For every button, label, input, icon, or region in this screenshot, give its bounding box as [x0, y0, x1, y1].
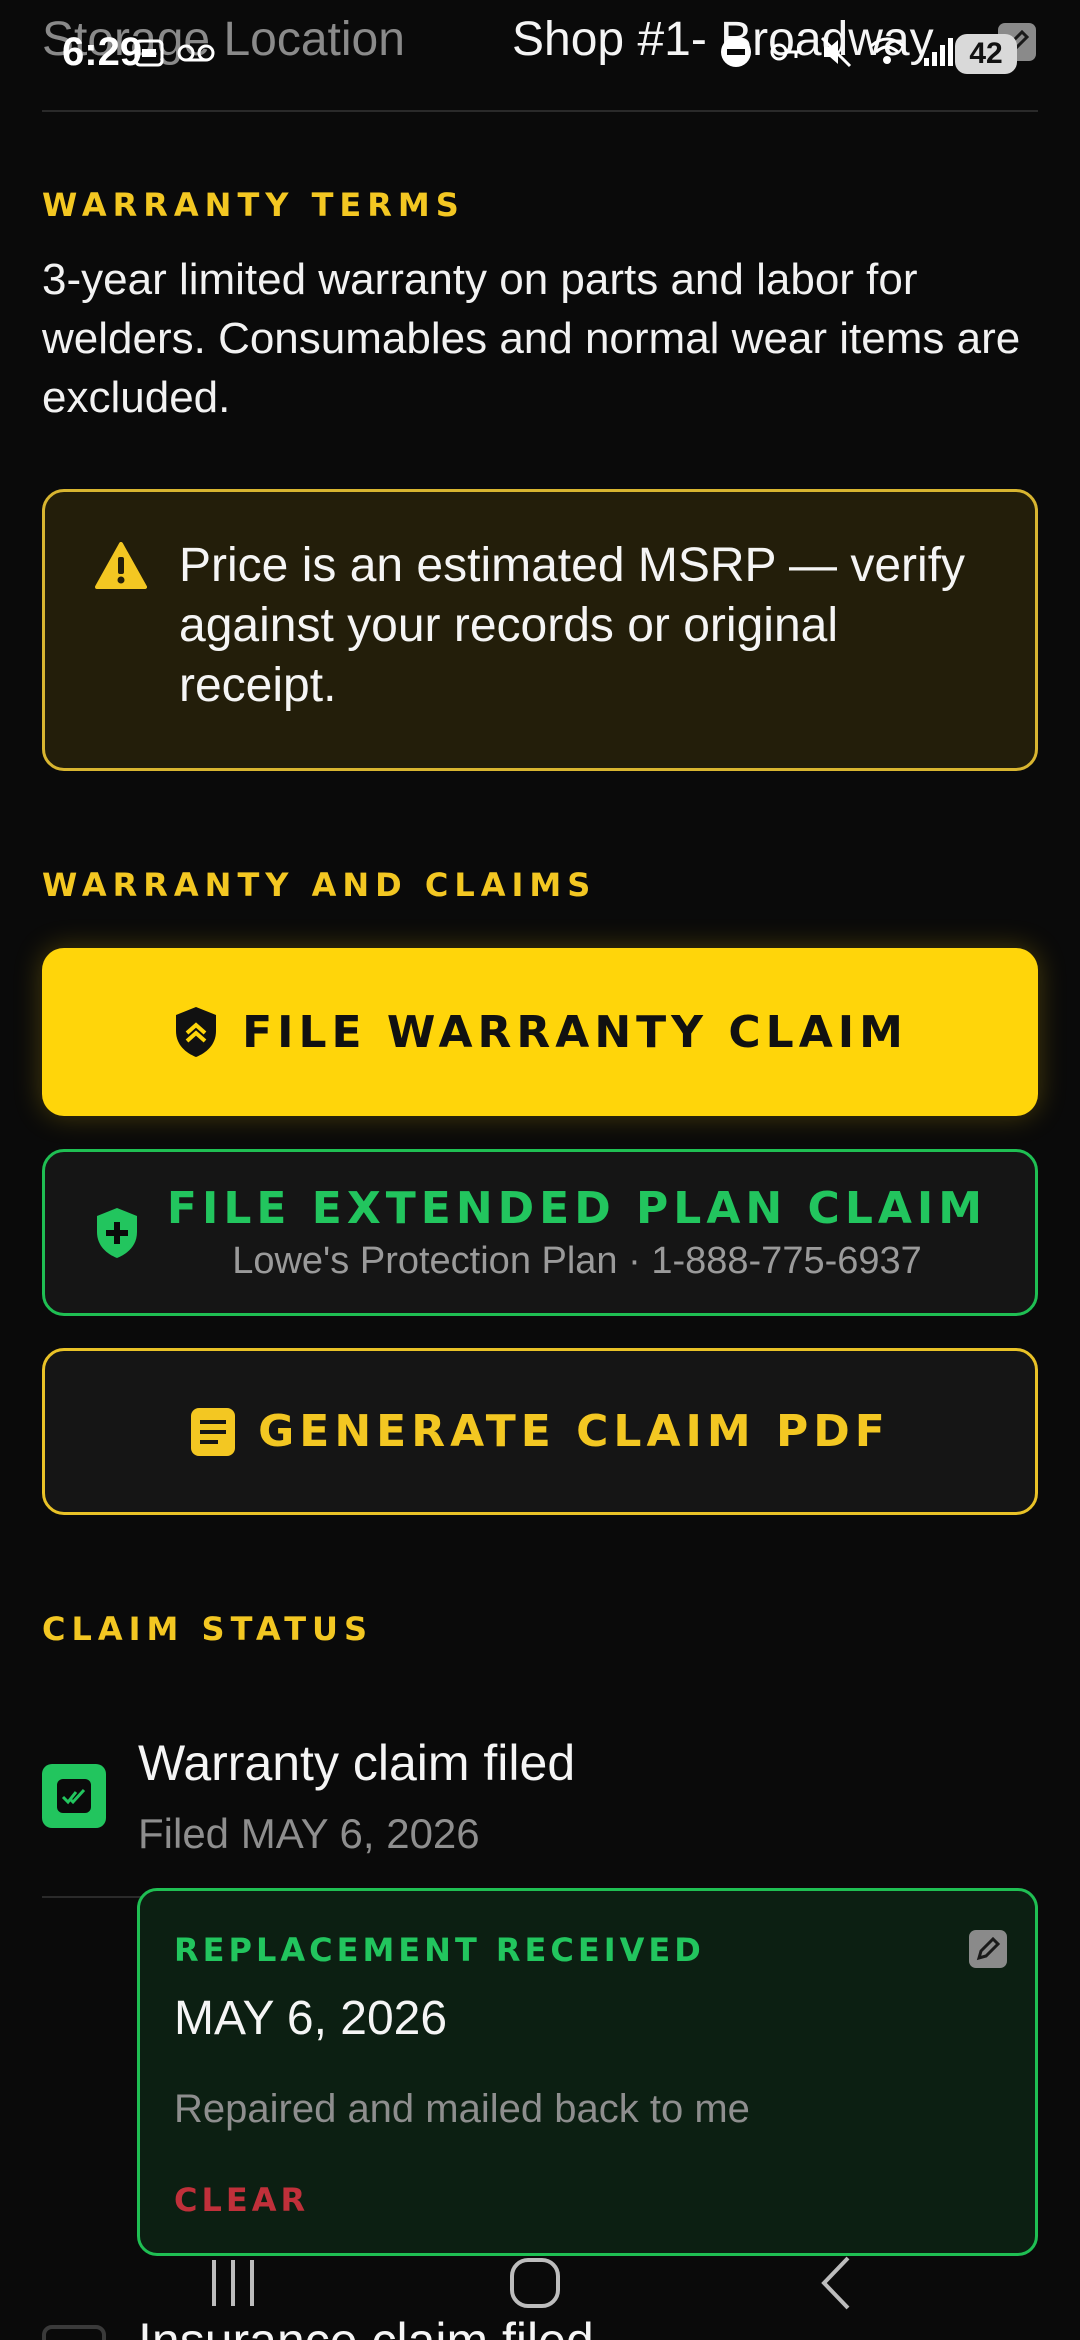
warranty-claims-heading: WARRANTY AND CLAIMS [42, 866, 597, 904]
file-extended-plan-claim-button[interactable]: FILE EXTENDED PLAN CLAIM Lowe's Protecti… [42, 1149, 1038, 1316]
warranty-terms-text: 3-year limited warranty on parts and lab… [42, 255, 1021, 422]
edit-replacement-icon[interactable] [966, 1927, 1010, 1971]
battery-indicator: 42 [955, 34, 1017, 74]
replacement-received-card: REPLACEMENT RECEIVED MAY 6, 2026 Repaire… [137, 1888, 1038, 2256]
warranty-claim-filed-date: Filed MAY 6, 2026 [138, 1810, 480, 1857]
notification-icon [134, 39, 164, 67]
file-extended-plan-claim-label: FILE EXTENDED PLAN CLAIM [166, 1182, 988, 1234]
back-button[interactable] [802, 2248, 872, 2318]
document-icon [191, 1407, 236, 1456]
shield-plus-icon [96, 1207, 137, 1258]
header-divider [42, 110, 1038, 112]
shield-chevron-icon [176, 1007, 217, 1057]
notice-text: Price is an estimated MSRP — verify agai… [179, 539, 966, 712]
voicemail-icon [177, 44, 215, 62]
protection-plan-info: Lowe's Protection Plan · 1-888-775-6937 [232, 1239, 922, 1282]
replacement-note: Repaired and mailed back to me [174, 2087, 750, 2131]
system-navigation-bar [0, 2240, 1080, 2340]
home-button[interactable] [500, 2248, 570, 2318]
claim-status-heading: CLAIM STATUS [42, 1610, 374, 1648]
signal-icon [924, 38, 953, 66]
warranty-claim-filed-checkbox[interactable] [42, 1764, 106, 1828]
generate-claim-pdf-label: GENERATE CLAIM PDF [258, 1406, 890, 1457]
warning-icon [95, 542, 147, 590]
price-notice: Price is an estimated MSRP — verify agai… [42, 489, 1038, 771]
status-left-icons [122, 32, 216, 72]
replacement-received-heading: REPLACEMENT RECEIVED [174, 1931, 705, 1969]
wifi-icon [870, 37, 904, 64]
file-warranty-claim-button[interactable]: FILE WARRANTY CLAIM [42, 948, 1038, 1116]
key-icon [770, 43, 801, 61]
replacement-date: MAY 6, 2026 [174, 1992, 448, 2045]
clear-button[interactable]: CLEAR [174, 2181, 309, 2219]
generate-claim-pdf-button[interactable]: GENERATE CLAIM PDF [42, 1348, 1038, 1515]
dnd-icon [721, 37, 751, 67]
mute-icon [820, 36, 852, 68]
warranty-terms-heading: WARRANTY TERMS [42, 186, 465, 224]
recent-apps-button[interactable] [198, 2248, 268, 2318]
status-right-icons [718, 30, 956, 74]
double-check-icon [57, 1779, 91, 1813]
warranty-claim-filed-label: Warranty claim filed [138, 1735, 576, 1791]
file-warranty-claim-label: FILE WARRANTY CLAIM [242, 1006, 908, 1058]
